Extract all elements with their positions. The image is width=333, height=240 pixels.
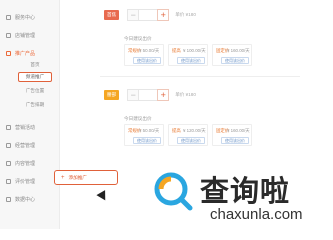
sidebar: 服务中心 店铺管理 推广产品 首页 频道推广 广告位置 广告排期 营销活动 经营… bbox=[0, 0, 60, 229]
sidebar-item-content[interactable]: 内容管理 bbox=[0, 156, 60, 170]
watermark-title: 查询啦 bbox=[200, 174, 291, 208]
sidebar-item-label: 数据中心 bbox=[15, 196, 36, 203]
decrement-button[interactable]: − bbox=[127, 88, 140, 101]
megaphone-icon bbox=[6, 50, 11, 56]
decrement-button[interactable]: − bbox=[127, 8, 140, 21]
use-bid-button[interactable]: 使用该出价 bbox=[133, 57, 161, 64]
bid-options-2: 常规价 ¥ 50.00/天 使用该出价 提高 ¥ 120.00/天 使用该出价 … bbox=[124, 124, 252, 146]
sidebar-item-reviews[interactable]: 评价管理 bbox=[0, 174, 60, 188]
sidebar-item-promotion[interactable]: 推广产品 bbox=[0, 46, 60, 60]
sidebar-item-data[interactable]: 数据中心 bbox=[0, 192, 60, 206]
sidebar-item-service[interactable]: 服务中心 bbox=[0, 10, 60, 24]
position-tag: 首焦 bbox=[104, 9, 120, 20]
watermark: 查询啦 chaxunla.com bbox=[150, 168, 330, 226]
ad-row-1: 首焦 − + 单价 ¥180 bbox=[104, 8, 196, 21]
divider bbox=[100, 76, 300, 77]
bid-option: 常规价 ¥ 50.00/天 使用该出价 bbox=[124, 124, 164, 146]
sidebar-subitem-ad-position[interactable]: 广告位置 bbox=[18, 86, 52, 96]
sidebar-item-label: 店铺管理 bbox=[15, 32, 36, 39]
home-icon bbox=[6, 14, 11, 20]
quantity-stepper: − + bbox=[127, 88, 170, 101]
quantity-stepper: − + bbox=[127, 8, 170, 21]
bid-type: 提高 bbox=[172, 48, 181, 53]
suggest-bid-label: 今日建议出价 bbox=[124, 116, 152, 121]
bid-option: 提高 ¥ 120.00/天 使用该出价 bbox=[168, 124, 208, 146]
bid-price: ¥ 160.00/天 bbox=[227, 128, 250, 133]
shop-icon bbox=[6, 32, 11, 38]
bid-option: 常规价 ¥ 50.00/天 使用该出价 bbox=[124, 44, 164, 66]
use-bid-button[interactable]: 使用该出价 bbox=[177, 137, 205, 144]
bid-option: 提高 ¥ 100.00/天 使用该出价 bbox=[168, 44, 208, 66]
increment-button[interactable]: + bbox=[157, 8, 170, 21]
sidebar-item-label: 经营管理 bbox=[15, 142, 36, 149]
unit-price: 单价 ¥180 bbox=[175, 91, 196, 97]
bid-price: ¥ 160.00/天 bbox=[227, 48, 250, 53]
bid-price: ¥ 50.00/天 bbox=[139, 128, 160, 133]
increment-button[interactable]: + bbox=[157, 88, 170, 101]
sidebar-subitem-home[interactable]: 首页 bbox=[18, 60, 52, 70]
bid-price: ¥ 120.00/天 bbox=[183, 128, 206, 133]
bid-price: ¥ 50.00/天 bbox=[139, 48, 160, 53]
suggest-bid-label: 今日建议出价 bbox=[124, 36, 152, 41]
quantity-field[interactable] bbox=[139, 88, 158, 101]
bid-price: ¥ 100.00/天 bbox=[183, 48, 206, 53]
use-bid-button[interactable]: 使用该出价 bbox=[221, 137, 249, 144]
add-promotion-label: 添加推广 bbox=[68, 174, 87, 180]
bid-type: 提高 bbox=[172, 128, 181, 133]
watermark-url: chaxunla.com bbox=[210, 206, 303, 223]
quantity-field[interactable] bbox=[139, 8, 158, 21]
sidebar-subitem-channel[interactable]: 频道推广 bbox=[18, 72, 52, 82]
sidebar-item-label: 服务中心 bbox=[15, 14, 36, 21]
sidebar-subitem-ad-schedule[interactable]: 广告排期 bbox=[18, 100, 52, 110]
use-bid-button[interactable]: 使用该出价 bbox=[177, 57, 205, 64]
use-bid-button[interactable]: 使用该出价 bbox=[221, 57, 249, 64]
use-bid-button[interactable]: 使用该出价 bbox=[133, 137, 161, 144]
position-tag: 腰部 bbox=[104, 89, 120, 100]
bid-option: 固定价 ¥ 160.00/天 使用该出价 bbox=[212, 124, 252, 146]
sidebar-item-label: 营销活动 bbox=[15, 124, 36, 131]
data-icon bbox=[6, 196, 11, 202]
sidebar-item-operations[interactable]: 经营管理 bbox=[0, 138, 60, 152]
magnifier-logo-icon bbox=[154, 172, 193, 211]
add-promotion-button[interactable]: + 添加推广 bbox=[54, 170, 118, 185]
chart-icon bbox=[6, 142, 11, 148]
sidebar-item-shop[interactable]: 店铺管理 bbox=[0, 28, 60, 42]
bid-options-1: 常规价 ¥ 50.00/天 使用该出价 提高 ¥ 100.00/天 使用该出价 … bbox=[124, 44, 252, 66]
unit-price: 单价 ¥180 bbox=[175, 11, 196, 17]
sidebar-item-label: 评价管理 bbox=[15, 178, 36, 185]
sidebar-item-label: 推广产品 bbox=[15, 50, 36, 57]
ad-row-2: 腰部 − + 单价 ¥180 bbox=[104, 88, 196, 101]
document-icon bbox=[6, 160, 11, 166]
star-icon bbox=[6, 178, 11, 184]
app-window: 服务中心 店铺管理 推广产品 首页 频道推广 广告位置 广告排期 营销活动 经营… bbox=[0, 0, 333, 229]
sidebar-item-marketing[interactable]: 营销活动 bbox=[0, 120, 60, 134]
plus-icon: + bbox=[61, 174, 65, 181]
bid-option: 固定价 ¥ 160.00/天 使用该出价 bbox=[212, 44, 252, 66]
sidebar-item-label: 内容管理 bbox=[15, 160, 36, 167]
gift-icon bbox=[6, 124, 11, 130]
